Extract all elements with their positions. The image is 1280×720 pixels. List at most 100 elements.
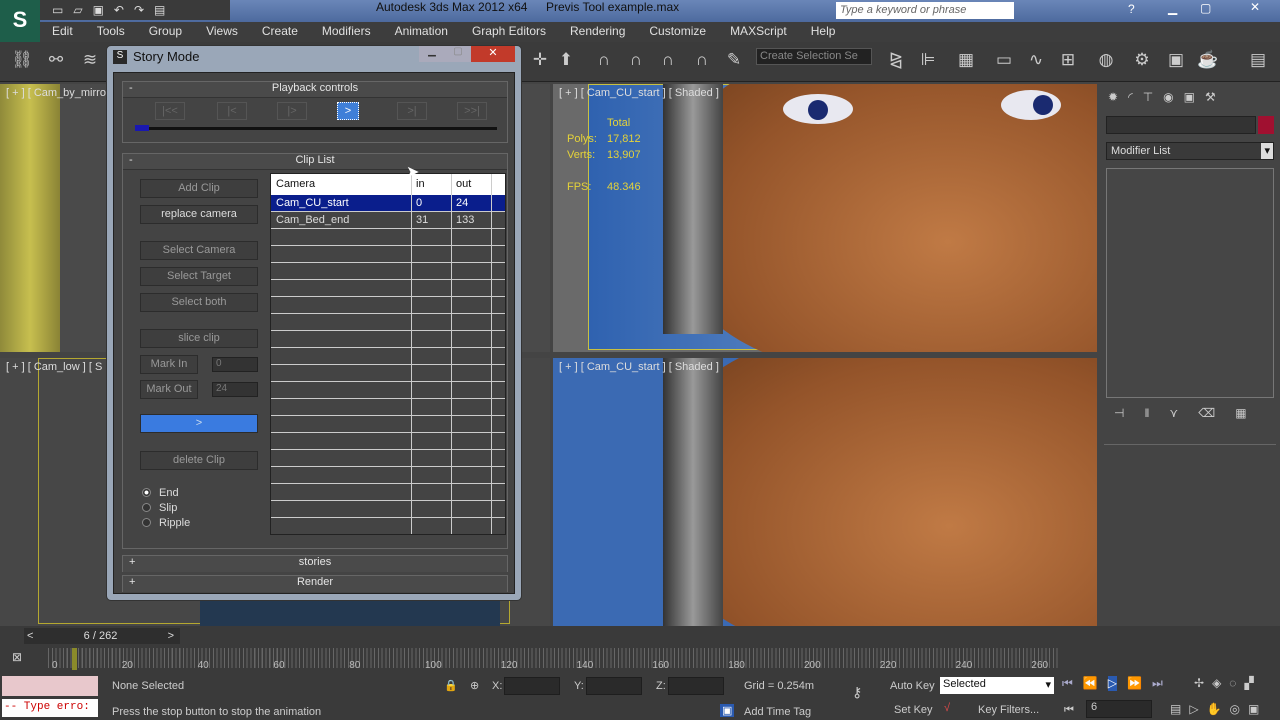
go-to-start-button[interactable]: |<< [155,102,185,120]
menu-help[interactable]: Help [799,22,848,42]
select-camera-button[interactable]: Select Camera [140,241,258,260]
create-tab-icon[interactable]: ✹ [1108,90,1118,104]
modifier-stack[interactable] [1106,168,1274,398]
x-coordinate-field[interactable] [504,677,560,695]
percent-snap-icon[interactable]: ∩ [656,50,680,74]
min-max-toggle-icon[interactable]: ▣ [1248,702,1259,716]
stories-header[interactable]: + stories [123,556,507,572]
zoom-all-icon[interactable]: ◈ [1212,676,1221,690]
menu-modifiers[interactable]: Modifiers [310,22,383,42]
table-row[interactable] [271,501,505,518]
expand-icon[interactable]: + [129,556,135,568]
maximize-viewport-icon[interactable]: ▞ [1244,676,1253,690]
mark-in-spinner[interactable]: 0 [212,357,258,372]
menu-group[interactable]: Group [137,22,194,42]
search-input[interactable]: Type a keyword or phrase [836,2,1014,19]
select-and-place-icon[interactable]: ⬆ [554,50,578,74]
mark-out-button[interactable]: Mark Out [140,380,198,399]
angle-snap-icon[interactable]: ∩ [624,50,648,74]
playback-controls-header[interactable]: - Playback controls [123,82,507,98]
viewport-label[interactable]: [ + ] [ Cam_CU_start ] [ Shaded ] [559,87,719,99]
layer-manager-icon[interactable]: ▦ [954,50,978,74]
mode-end-radio[interactable]: End [142,487,179,499]
bind-spacewarp-icon[interactable]: ≋ [78,50,102,74]
clip-list-header[interactable]: - Clip List [123,154,507,170]
default-tangents-icon[interactable]: √ [944,702,950,714]
render-frame-icon[interactable]: ▣ [1164,50,1188,74]
next-frame-icon[interactable]: ⏩ [1127,676,1142,691]
spinner-snap-icon[interactable]: ∩ [690,50,714,74]
collapse-icon[interactable]: - [129,154,133,166]
viewport-label[interactable]: [ + ] [ Cam_low ] [ S [6,361,102,373]
project-icon[interactable]: ▤ [154,3,165,17]
render-teapot-icon[interactable]: ☕ [1196,50,1220,74]
ribbon-icon[interactable]: ▭ [992,50,1016,74]
table-row[interactable] [271,365,505,382]
schematic-view-icon[interactable]: ⊞ [1056,50,1080,74]
time-slider[interactable]: < 6 / 262 > [24,628,180,644]
snap-icon[interactable]: ∩ [592,50,616,74]
play-icon[interactable]: ▷ [1107,676,1117,691]
curve-editor-icon[interactable]: ∿ [1024,50,1048,74]
selection-set-dropdown[interactable]: Create Selection Se [756,48,872,65]
table-row[interactable]: Cam_CU_start 0 24 [271,195,505,212]
maxscript-listener[interactable] [2,676,98,696]
render-rollout[interactable]: + Render [122,575,508,592]
mode-slip-radio[interactable]: Slip [142,502,177,514]
render-setup-icon[interactable]: ⚙ [1130,50,1154,74]
collapse-icon[interactable]: - [129,82,133,94]
menu-maxscript[interactable]: MAXScript [718,22,799,42]
menu-customize[interactable]: Customize [637,22,718,42]
table-row[interactable] [271,399,505,416]
modifier-list-dropdown[interactable]: Modifier List ▾ [1106,142,1274,160]
delete-clip-button[interactable]: delete Clip [140,451,258,470]
go-button[interactable]: > [140,414,258,433]
next-clip-button[interactable]: >| [397,102,427,120]
pan-icon[interactable]: ✋ [1207,702,1222,716]
table-row[interactable] [271,382,505,399]
open-file-icon[interactable]: ▱ [73,3,82,17]
dialog-maximize-button[interactable]: ▢ [445,46,471,62]
table-row[interactable] [271,297,505,314]
time-tag-icon[interactable]: ▣ [720,704,735,717]
table-row[interactable] [271,280,505,297]
mirror-icon[interactable]: ⧎ [884,50,908,74]
align-icon[interactable]: ⊫ [916,50,940,74]
column-out[interactable]: out [452,174,492,195]
menu-graph-editors[interactable]: Graph Editors [460,22,558,42]
table-row[interactable] [271,331,505,348]
table-row[interactable] [271,229,505,246]
orbit-icon[interactable]: ◌ [1229,676,1236,690]
show-end-result-icon[interactable]: ‖ [1144,406,1149,420]
stories-rollout[interactable]: + stories [122,555,508,572]
viewport-bottom-right[interactable]: [ + ] [ Cam_CU_start ] [ Shaded ] [553,358,1097,626]
edit-named-sets-icon[interactable]: ✎ [722,50,746,74]
go-to-start-icon[interactable]: ⏮ [1062,676,1073,691]
auto-key-button[interactable]: Auto Key [890,680,935,692]
viewport-label[interactable]: [ + ] [ Cam_by_mirror [6,87,110,99]
key-icon[interactable]: ⚷ [852,684,862,701]
app-logo-icon[interactable]: S [0,0,40,44]
minimize-icon[interactable]: ▁ [1168,1,1177,15]
utilities-tab-icon[interactable]: ⚒ [1205,90,1216,104]
current-frame-field[interactable]: 6 [1086,700,1152,718]
column-camera[interactable]: Camera [271,174,412,195]
menu-edit[interactable]: Edit [40,22,85,42]
viewport-top-right[interactable]: [ + ] [ Cam_CU_start ] [ Shaded ] Total … [553,84,1097,352]
table-row[interactable] [271,263,505,280]
mode-ripple-radio[interactable]: Ripple [142,517,190,529]
go-to-end-icon[interactable]: ⏭ [1152,676,1163,691]
key-mode-dropdown[interactable]: Selected ▾ [940,677,1054,694]
save-icon[interactable]: ▣ [93,3,104,17]
render-header[interactable]: + Render [123,576,507,592]
mark-out-spinner[interactable]: 24 [212,382,258,397]
undo-icon[interactable]: ↶ [114,3,124,17]
key-mode-toggle-icon[interactable]: ⏮ [1064,704,1074,717]
pin-stack-icon[interactable]: ⊣ [1114,406,1124,420]
table-row[interactable] [271,467,505,484]
play-button[interactable]: > [337,102,359,120]
hierarchy-tab-icon[interactable]: ⊤ [1143,90,1153,104]
add-clip-button[interactable]: Add Clip [140,179,258,198]
redo-icon[interactable]: ↷ [134,3,144,17]
dialog-minimize-button[interactable]: ▁ [419,46,445,62]
